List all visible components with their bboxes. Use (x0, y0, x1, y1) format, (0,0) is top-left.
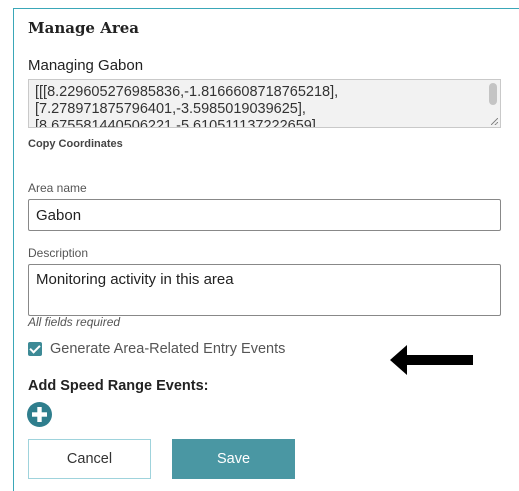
area-name-label: Area name (28, 181, 87, 195)
entry-events-label: Generate Area-Related Entry Events (50, 341, 286, 357)
resize-grip-icon[interactable] (491, 118, 498, 125)
arrow-left-icon (390, 345, 473, 375)
coordinates-textarea[interactable]: [[[8.229605276985836,-1.8166608718765218… (28, 79, 501, 128)
required-note: All fields required (28, 315, 121, 329)
save-button[interactable]: Save (172, 439, 295, 479)
dialog-title: Manage Area (28, 19, 140, 37)
entry-events-checkbox-row[interactable]: Generate Area-Related Entry Events (28, 340, 285, 358)
managing-label: Managing Gabon (28, 57, 144, 74)
cancel-button[interactable]: Cancel (28, 439, 151, 479)
copy-coordinates-link[interactable]: Copy Coordinates (28, 138, 123, 150)
coordinates-scrollbar[interactable] (489, 83, 497, 105)
coordinates-line: [7.278971875796401,-3.5985019039625], (35, 101, 306, 117)
entry-events-checkbox[interactable] (28, 342, 42, 356)
coordinates-line: [[[8.229605276985836,-1.8166608718765218… (35, 84, 339, 100)
area-name-input[interactable] (28, 199, 501, 231)
coordinates-line: [8.675581440506221,-5.610511137222659], (35, 118, 320, 128)
speed-range-title: Add Speed Range Events: (28, 378, 209, 394)
description-input[interactable]: Monitoring activity in this area (28, 264, 501, 316)
description-label: Description (28, 246, 89, 260)
plus-circle-icon[interactable] (27, 402, 52, 427)
